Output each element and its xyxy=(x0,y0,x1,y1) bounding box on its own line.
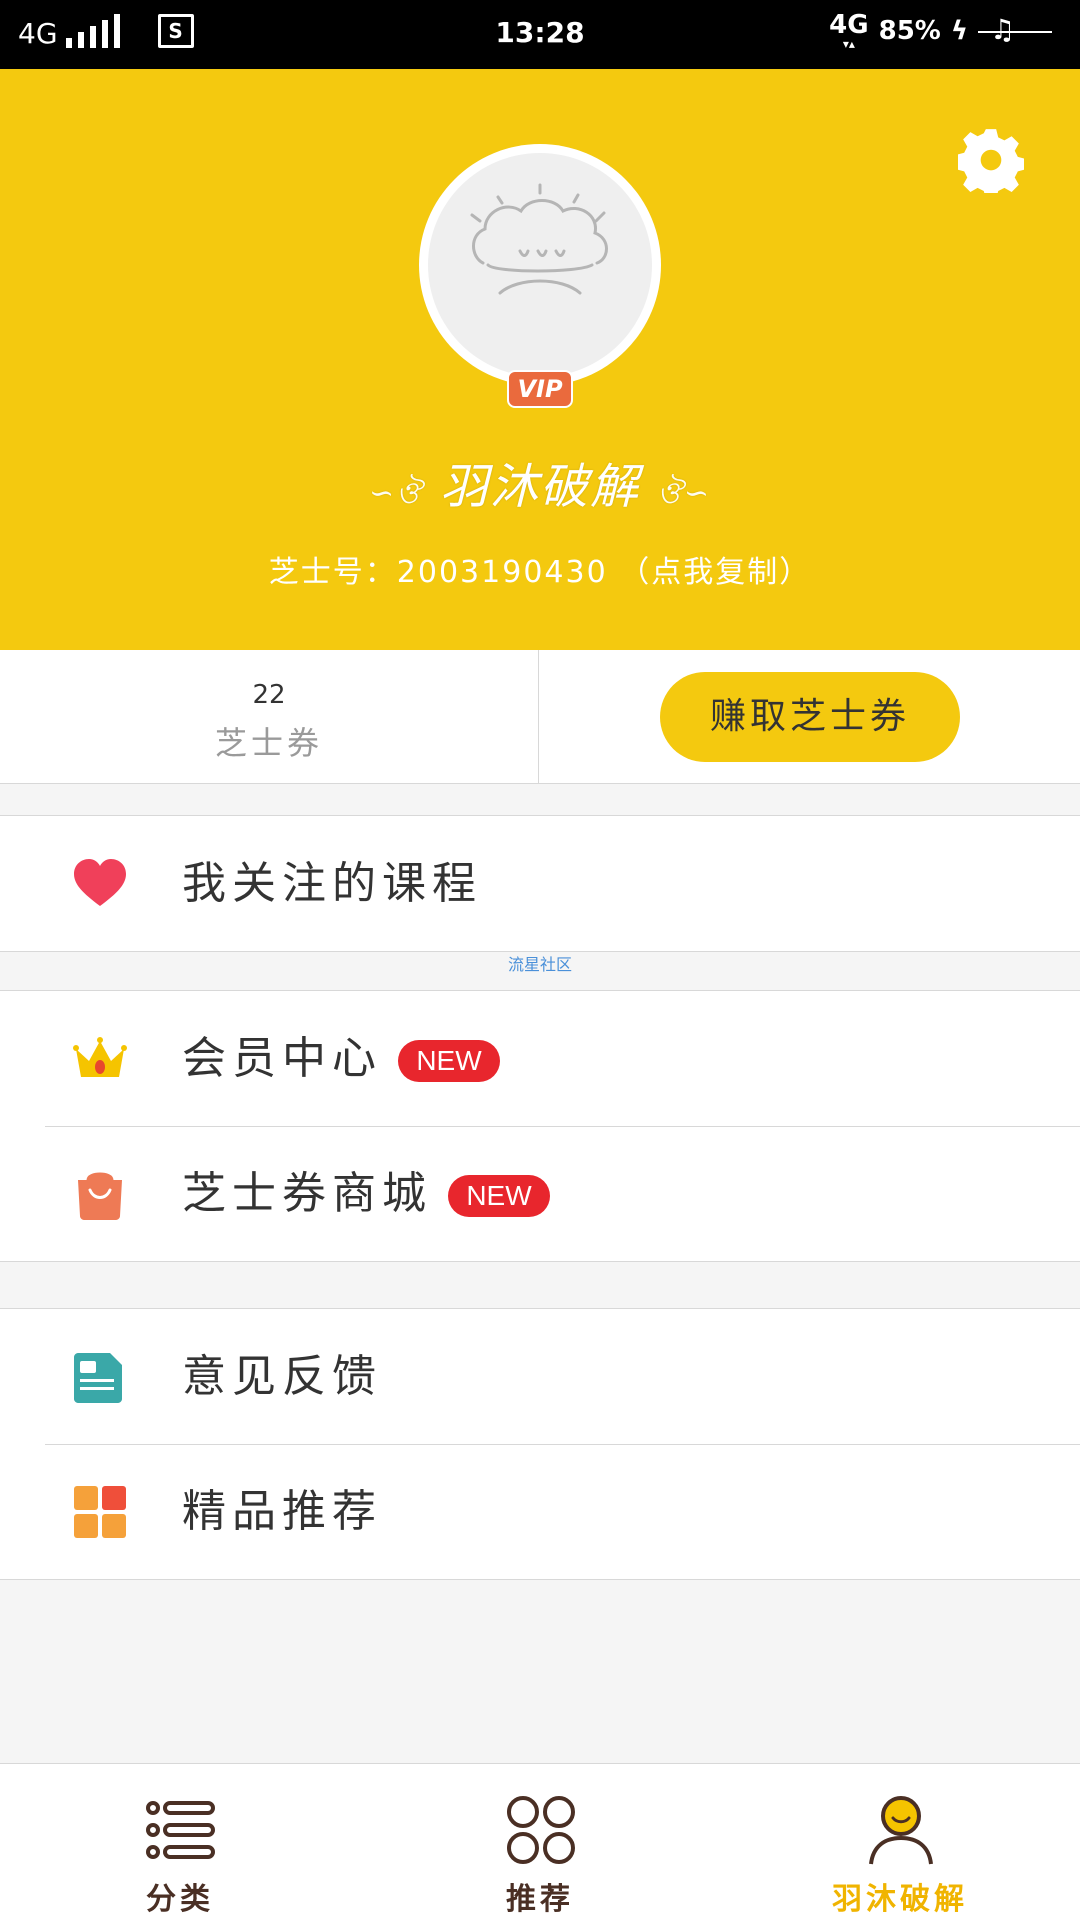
tab-category[interactable]: 分类 xyxy=(60,1764,300,1920)
coupon-mall-label: 芝士券商城 xyxy=(182,1168,432,1219)
status-right: 4G ▾▴ 85% ϟ xyxy=(829,12,1052,50)
left-flourish: ∽ঔ xyxy=(368,476,423,511)
menu-group-membership: 会员中心 NEW 芝士券商城 NEW xyxy=(0,990,1080,1262)
menu-item-member-center[interactable]: 会员中心 NEW xyxy=(0,991,1080,1126)
watermark-text: 流星社区 xyxy=(507,955,572,974)
new-badge: NEW xyxy=(398,1040,500,1082)
menu-label: 精品推荐 xyxy=(182,1486,382,1537)
menu-item-coupon-mall[interactable]: 芝士券商城 NEW xyxy=(0,1126,1080,1261)
chef-hat-icon xyxy=(470,183,608,295)
tab-profile[interactable]: 羽沐破解 xyxy=(780,1764,1020,1920)
menu-label: 意见反馈 xyxy=(182,1351,382,1402)
menu-group-other: 意见反馈 精品推荐 xyxy=(0,1308,1080,1580)
user-id-copy[interactable]: 芝士号：2003190430 （点我复制） xyxy=(0,547,1080,591)
document-icon xyxy=(74,1353,122,1403)
new-badge: NEW xyxy=(448,1175,550,1217)
charging-icon: ϟ xyxy=(950,16,968,46)
nickname[interactable]: ∽ঔ 羽沐破解 ঔ∽ xyxy=(0,447,1080,520)
menu-label: 我关注的课程 xyxy=(182,858,482,909)
user-icon xyxy=(869,1796,933,1865)
network-type-right: 4G xyxy=(829,10,869,40)
apps-grid-icon xyxy=(74,1486,126,1538)
tab-recommend[interactable]: 推荐 xyxy=(420,1764,660,1920)
status-bar: 4G S 13:28 4G ▾▴ 85% ϟ xyxy=(0,0,1080,69)
coupon-stats: 22 芝士券 赚取芝士券 xyxy=(0,650,1080,784)
coupon-balance[interactable]: 22 芝士券 xyxy=(0,650,539,784)
shopping-bag-icon xyxy=(78,1172,122,1220)
menu-group-courses: 我关注的课程 xyxy=(0,815,1080,952)
right-flourish: ঔ∽ xyxy=(657,476,712,511)
music-icon xyxy=(978,13,1052,49)
tab-label: 羽沐破解 xyxy=(832,1882,968,1917)
nickname-text: 羽沐破解 xyxy=(439,459,640,515)
heart-icon xyxy=(74,859,126,906)
coupon-count: 22 xyxy=(252,680,286,710)
bottom-tab-bar: 分类 推荐 羽沐破解 xyxy=(0,1763,1080,1920)
settings-gear-icon[interactable] xyxy=(958,127,1024,193)
menu-item-recommend[interactable]: 精品推荐 xyxy=(0,1444,1080,1579)
avatar[interactable] xyxy=(419,144,661,386)
tab-label: 推荐 xyxy=(506,1882,574,1917)
profile-header: VIP ∽ঔ 羽沐破解 ঔ∽ 芝士号：2003190430 （点我复制） xyxy=(0,69,1080,650)
menu-item-feedback[interactable]: 意见反馈 xyxy=(0,1309,1080,1444)
list-icon xyxy=(146,1801,215,1859)
menu-label: 会员中心 NEW xyxy=(182,991,500,1126)
tab-label: 分类 xyxy=(146,1882,214,1917)
mobile-data-icon: 4G ▾▴ xyxy=(829,10,869,51)
menu-item-followed-courses[interactable]: 我关注的课程 xyxy=(0,816,1080,951)
menu-label: 芝士券商城 NEW xyxy=(182,1126,550,1261)
vip-badge: VIP xyxy=(507,370,573,408)
coupon-label: 芝士券 xyxy=(214,724,323,762)
avatar-image xyxy=(428,153,652,377)
grid-icon xyxy=(507,1796,575,1864)
battery-level: 85% xyxy=(878,16,941,46)
member-center-label: 会员中心 xyxy=(182,1033,382,1084)
crown-icon xyxy=(73,1037,127,1077)
earn-coupon-button[interactable]: 赚取芝士券 xyxy=(660,672,960,762)
